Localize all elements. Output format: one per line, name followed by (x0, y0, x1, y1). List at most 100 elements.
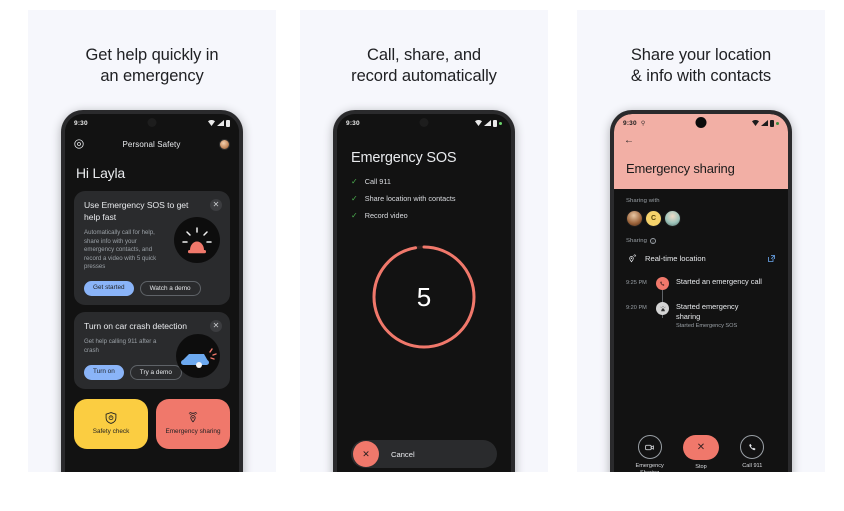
app-title: Personal Safety (122, 139, 181, 149)
panel-1-title: Get help quickly in an emergency (85, 46, 219, 85)
button-label: Safety check (92, 428, 130, 436)
checklist-label: Call 911 (364, 177, 391, 186)
stop-action[interactable]: ✕ Stop (678, 435, 724, 471)
wifi-icon (475, 120, 482, 126)
screen-title: Emergency sharing (626, 161, 735, 176)
call-911-action[interactable]: Call 911 (729, 435, 775, 470)
close-icon: ✕ (353, 441, 379, 467)
back-arrow-icon[interactable]: ← (614, 132, 788, 148)
action-label: Call 911 (742, 463, 763, 469)
app-bar: Personal Safety (65, 132, 239, 156)
quick-action-buttons: Safety check Emergency sharing (65, 396, 239, 449)
location-broadcast-icon (629, 254, 637, 263)
turn-on-button[interactable]: Turn on (84, 364, 124, 380)
camera-punch-hole (695, 117, 707, 128)
timeline-title: Started an emergency call (676, 277, 762, 286)
watch-demo-button[interactable]: Watch a demo (139, 280, 201, 296)
card-emergency-sos[interactable]: ✕ Use Emergency SOS to get help fast Aut… (74, 191, 230, 305)
contact-avatars: C (626, 210, 776, 227)
phone-mockup-2: 9:30 Emergency SOS ✓ Call 911 ✓ Share lo… (333, 110, 515, 472)
battery-icon (226, 119, 230, 127)
status-time: 9:30 (346, 119, 360, 127)
emergency-sharing-button[interactable]: Emergency sharing (156, 398, 230, 449)
signal-icon (217, 120, 224, 126)
status-time: 9:30 (623, 119, 637, 127)
location-active-icon: ⚲ (640, 120, 646, 127)
promo-panel-2: Call, share, and record automatically 9:… (300, 10, 548, 472)
get-started-button[interactable]: Get started (84, 280, 134, 296)
phone-2-screen: 9:30 Emergency SOS ✓ Call 911 ✓ Share lo… (337, 114, 511, 472)
avatar[interactable] (626, 210, 643, 227)
phone-3-screen: 9:30 ⚲ ← Emergency sharing Sharing with … (614, 114, 788, 472)
phone-mockup-1: 9:30 Personal Safety Hi Layla ✕ Use Emer… (61, 110, 243, 472)
phone-mockup-3: 9:30 ⚲ ← Emergency sharing Sharing with … (610, 110, 792, 472)
status-icons (208, 119, 230, 127)
try-demo-button[interactable]: Try a demo (129, 364, 182, 380)
checklist-item: ✓ Record video (351, 211, 497, 220)
gear-icon[interactable] (74, 139, 84, 149)
checklist-label: Record video (364, 211, 408, 220)
timeline-subtitle: Started Emergency SOS (676, 323, 738, 329)
open-external-icon[interactable] (767, 254, 776, 263)
car-crash-icon (176, 333, 220, 378)
sharing-actions: Emergency Sharing ✕ Stop Call 911 (614, 435, 788, 472)
countdown-value: 5 (416, 281, 432, 312)
card-body: Get help calling 911 after a crash (84, 338, 157, 355)
timeline-title: Started emergency sharing (676, 302, 739, 321)
battery-icon (770, 119, 774, 127)
check-icon: ✓ (351, 176, 358, 186)
recording-dot-icon (499, 121, 502, 125)
checklist-label: Share location with contacts (364, 194, 456, 203)
location-broadcast-icon (188, 412, 198, 423)
sos-checklist: ✓ Call 911 ✓ Share location with contact… (351, 177, 497, 220)
avatar-initial[interactable]: C (645, 210, 662, 227)
timeline-time: 9:25 PM (626, 280, 647, 286)
phone-icon (740, 435, 765, 459)
close-icon[interactable]: ✕ (210, 319, 222, 332)
countdown-ring: 5 (370, 243, 478, 351)
promo-screenshot-stage: Get help quickly in an emergency 9:30 Pe… (0, 0, 844, 511)
sos-content: Emergency SOS ✓ Call 911 ✓ Share locatio… (337, 132, 511, 351)
panel-2-title: Call, share, and record automatically (351, 46, 497, 85)
status-icons (475, 119, 502, 127)
row-label: Real-time location (645, 254, 706, 263)
timeline-item: 9:20 PM Started emergency sharing Starte… (626, 301, 776, 329)
card-body: Automatically call for help, share info … (84, 229, 157, 271)
clock-shield-icon (105, 412, 117, 425)
close-icon[interactable]: ✕ (210, 199, 222, 211)
call-icon (656, 277, 669, 290)
real-time-location-row[interactable]: Real-time location (626, 253, 776, 264)
checklist-item: ✓ Share location with contacts (351, 194, 497, 203)
card-car-crash-detection[interactable]: ✕ Turn on car crash detection Get help c… (74, 311, 230, 389)
avatar[interactable] (664, 210, 681, 227)
action-label: Emergency Sharing (635, 463, 664, 472)
check-icon: ✓ (351, 210, 358, 220)
sharing-body: Sharing with C Sharing i Real-time locat… (614, 189, 788, 329)
screen-title: Emergency SOS (351, 150, 457, 166)
status-time: 9:30 (74, 119, 88, 127)
card-heading: Turn on car crash detection (84, 320, 187, 331)
cancel-button[interactable]: ✕ Cancel (351, 440, 497, 468)
phone-1-screen: 9:30 Personal Safety Hi Layla ✕ Use Emer… (65, 114, 239, 472)
info-icon[interactable]: i (650, 238, 657, 244)
status-bar: 9:30 (337, 114, 511, 132)
status-icons (752, 119, 779, 127)
card-heading: Use Emergency SOS to get help fast (84, 200, 189, 222)
emergency-sharing-action[interactable]: Emergency Sharing (627, 435, 673, 472)
panel-3-title: Share your location & info with contacts (630, 46, 772, 85)
activity-timeline: 9:25 PM Started an emergency call 9:20 P… (626, 276, 776, 329)
camera-punch-hole (147, 118, 157, 127)
greeting-text: Hi Layla (76, 165, 125, 181)
siren-icon (174, 217, 220, 263)
check-icon: ✓ (351, 193, 358, 203)
sharing-section-label: Sharing i (626, 238, 776, 244)
sharing-header: 9:30 ⚲ ← Emergency sharing (614, 114, 788, 189)
recording-dot-icon (776, 121, 779, 125)
battery-icon (493, 119, 497, 127)
action-label: Stop (695, 464, 707, 470)
camera-punch-hole (419, 118, 429, 127)
safety-check-button[interactable]: Safety check (74, 398, 148, 449)
promo-panel-1: Get help quickly in an emergency 9:30 Pe… (28, 10, 276, 472)
button-label: Emergency sharing (165, 428, 221, 436)
profile-avatar[interactable] (219, 138, 230, 150)
